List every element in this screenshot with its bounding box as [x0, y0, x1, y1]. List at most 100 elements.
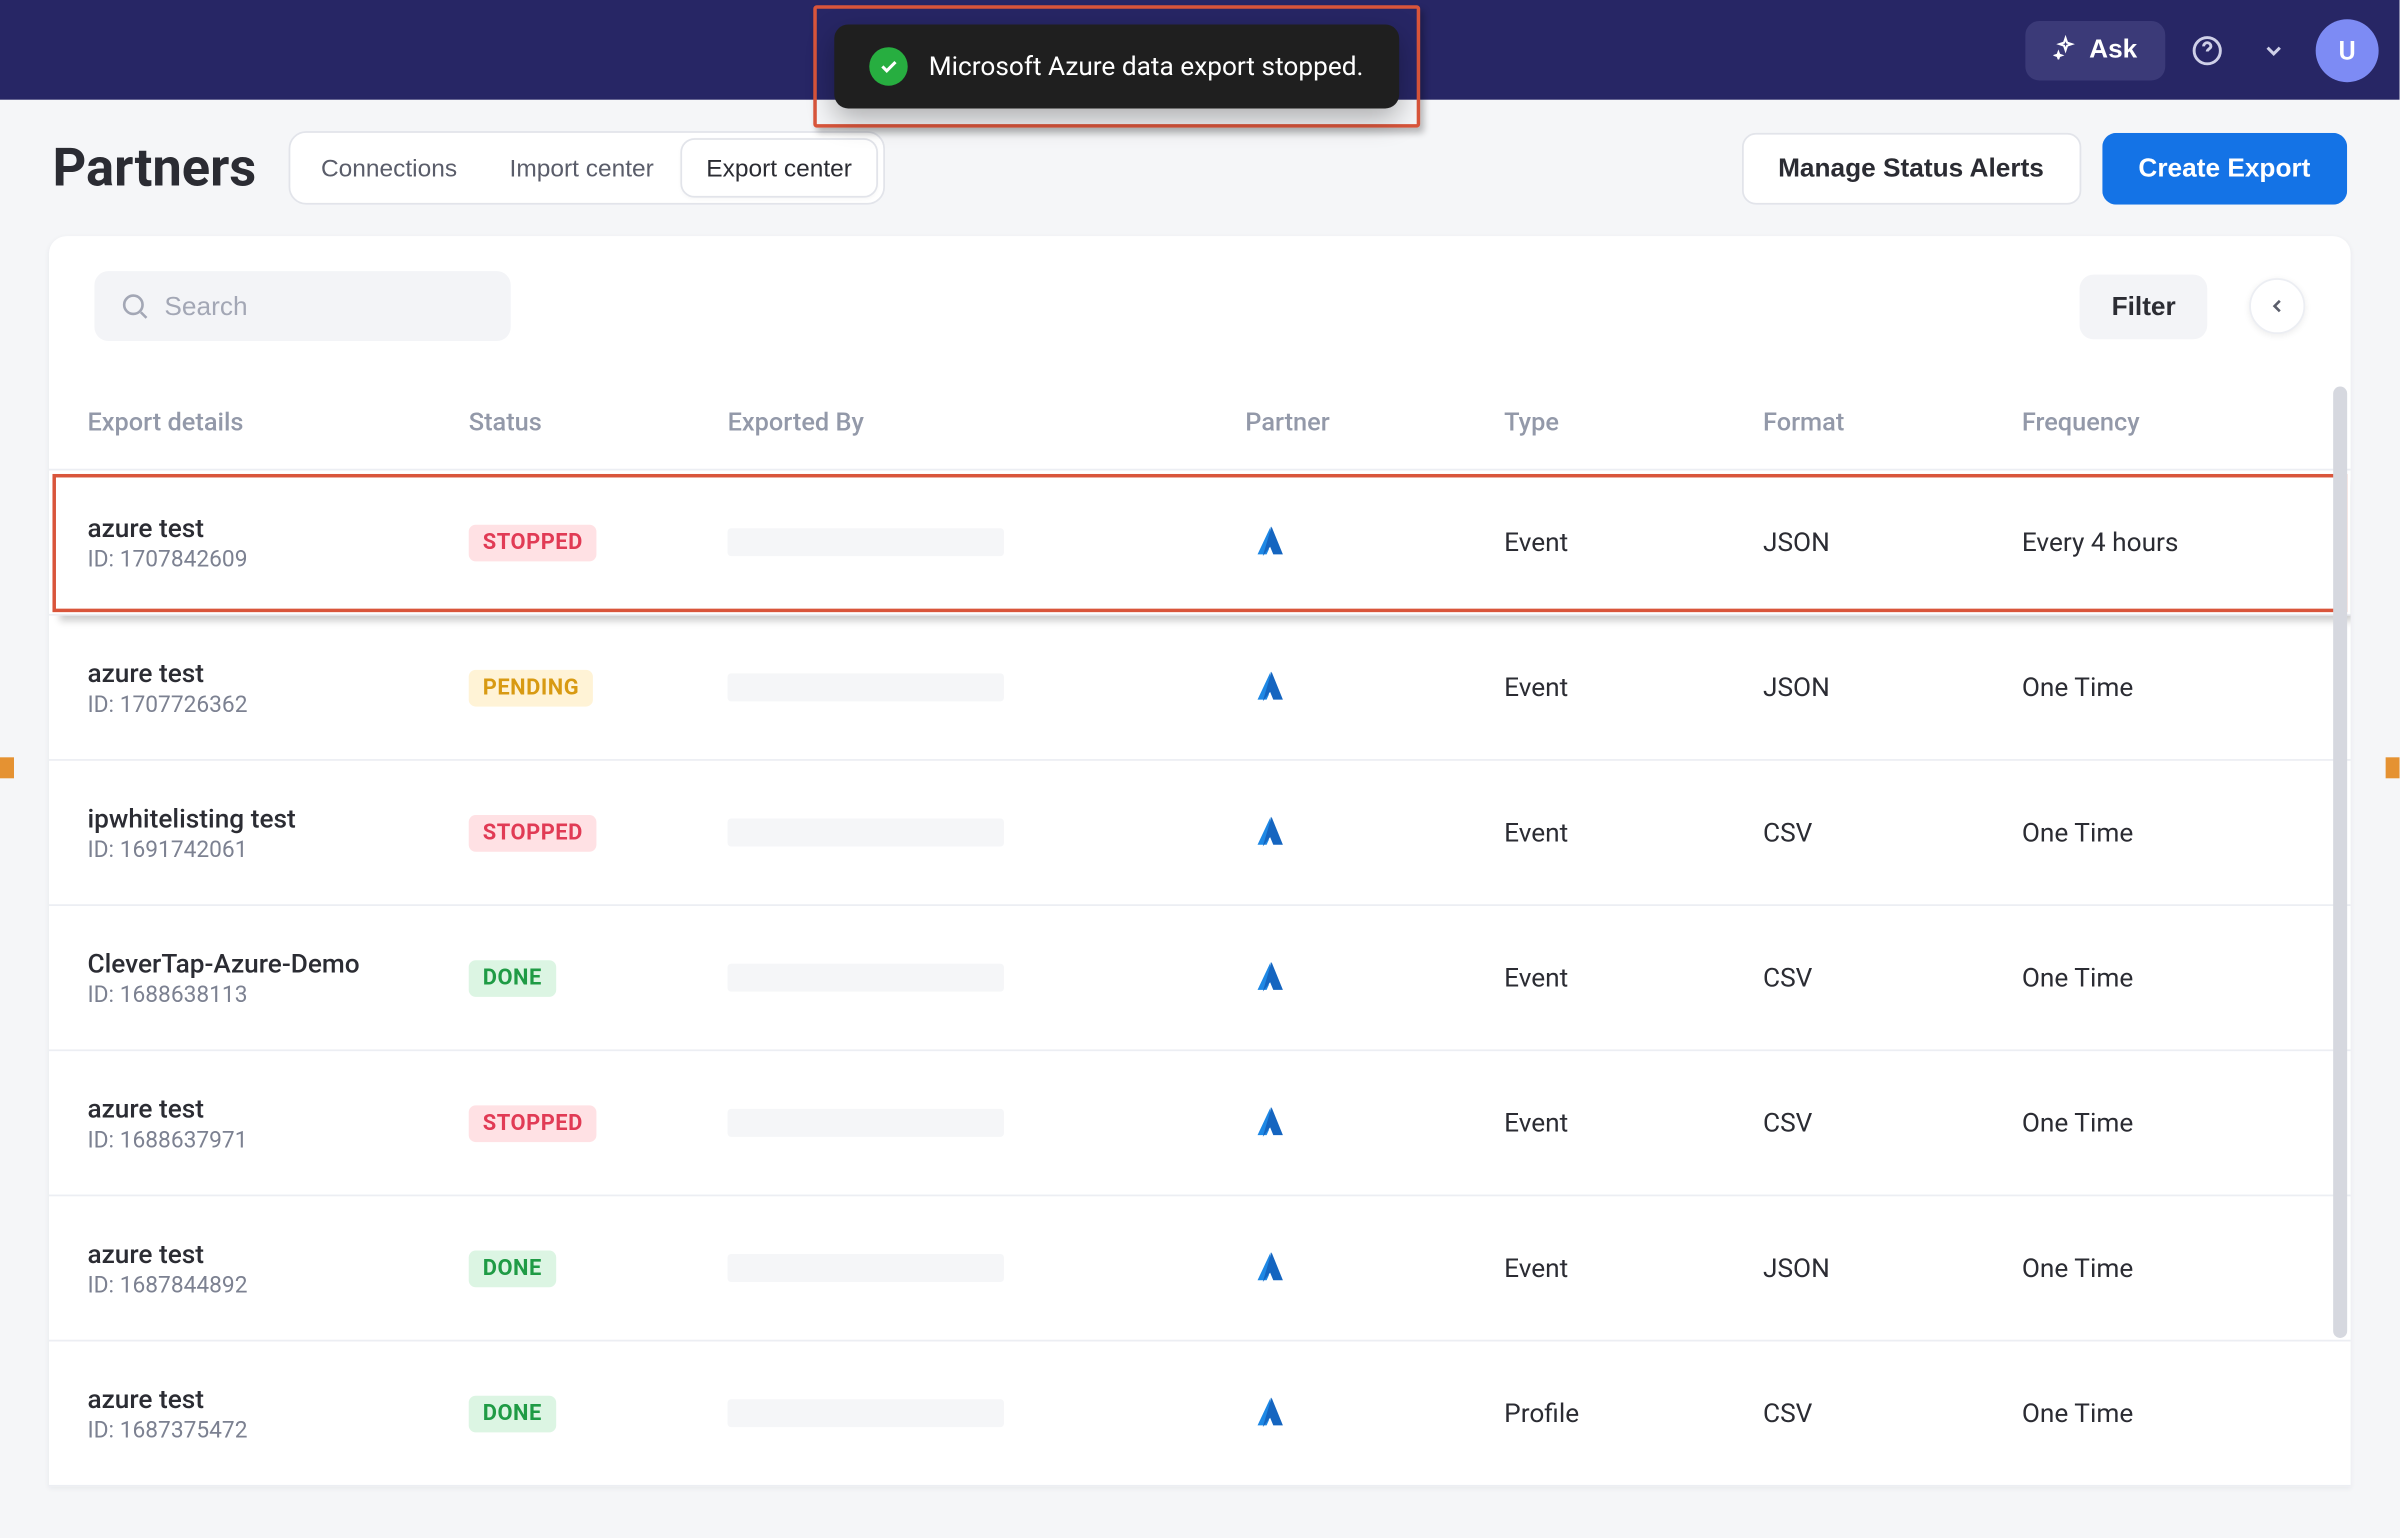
- cell-frequency: One Time: [2022, 672, 2312, 703]
- azure-icon: [1245, 665, 1290, 710]
- export-id: ID: 1707726362: [87, 692, 468, 718]
- redacted-value: [728, 1399, 1004, 1427]
- cell-status: PENDING: [469, 668, 728, 706]
- cell-format: CSV: [1763, 1397, 2022, 1428]
- column-header: Partner: [1245, 408, 1504, 438]
- cell-export-details: ipwhitelisting test ID: 1691742061: [87, 802, 468, 863]
- cell-partner: [1245, 810, 1504, 855]
- cell-format: JSON: [1763, 1252, 2022, 1283]
- column-header: Exported By: [728, 408, 1246, 438]
- collapse-panel-button[interactable]: [2249, 278, 2305, 334]
- card-toolbar: Filter: [49, 236, 2351, 376]
- cell-status: STOPPED: [469, 1104, 728, 1142]
- tab-group: ConnectionsImport centerExport center: [288, 131, 885, 204]
- redacted-value: [728, 528, 1004, 556]
- tab-export-center[interactable]: Export center: [682, 140, 877, 196]
- export-id: ID: 1691742061: [87, 837, 468, 863]
- cell-frequency: One Time: [2022, 1107, 2312, 1138]
- column-header: Export details: [87, 408, 468, 438]
- table-row[interactable]: azure testID: 1707726362PENDINGEventJSON…: [49, 616, 2351, 761]
- tab-connections[interactable]: Connections: [296, 140, 481, 196]
- chevron-down-icon[interactable]: [2249, 25, 2298, 74]
- cell-partner: [1245, 955, 1504, 1000]
- cell-partner: [1245, 665, 1504, 710]
- cell-exported-by: [728, 819, 1246, 847]
- table-row[interactable]: CleverTap-Azure-Demo ID: 1688638113DONE Ev…: [49, 906, 2351, 1051]
- export-id: ID: 1688637971: [87, 1127, 468, 1153]
- status-badge: DONE: [469, 1251, 556, 1288]
- cell-partner: [1245, 1390, 1504, 1435]
- cell-type: Event: [1504, 962, 1763, 993]
- cell-status: DONE: [469, 1249, 728, 1287]
- cell-format: JSON: [1763, 526, 2022, 557]
- cell-export-details: azure testID: 1688637971: [87, 1092, 468, 1153]
- create-export-button[interactable]: Create Export: [2102, 132, 2348, 204]
- status-badge: STOPPED: [469, 1105, 597, 1142]
- scrollbar[interactable]: [2333, 387, 2347, 1338]
- filter-button[interactable]: Filter: [2080, 274, 2207, 339]
- cell-status: STOPPED: [469, 813, 728, 851]
- status-badge: DONE: [469, 1396, 556, 1433]
- redacted-value: [728, 819, 1004, 847]
- header-actions: Manage Status Alerts Create Export: [1741, 132, 2347, 204]
- cell-status: STOPPED: [469, 523, 728, 561]
- table-row[interactable]: azure testID: 1687375472DONEProfileCSVOn…: [49, 1341, 2351, 1486]
- table-row[interactable]: ipwhitelisting test ID: 1691742061STOPPED…: [49, 761, 2351, 906]
- avatar-letter: U: [2339, 34, 2356, 65]
- cell-partner: [1245, 519, 1504, 564]
- table-row[interactable]: azure testID: 1707842609STOPPEDEventJSON…: [49, 470, 2351, 615]
- column-header: Type: [1504, 408, 1763, 438]
- cell-type: Event: [1504, 1107, 1763, 1138]
- export-id: ID: 1688638113: [87, 982, 468, 1008]
- cell-exported-by: [728, 673, 1246, 701]
- annotation-tick: [0, 757, 14, 778]
- export-name: CleverTap-Azure-Demo: [87, 947, 468, 978]
- cell-status: DONE: [469, 1394, 728, 1432]
- table-row[interactable]: azure testID: 1688637971STOPPED EventCSVO…: [49, 1051, 2351, 1196]
- tab-import-center[interactable]: Import center: [485, 140, 678, 196]
- export-name: ipwhitelisting test: [87, 802, 468, 833]
- cell-exported-by: [728, 1254, 1246, 1282]
- table-scroll: Export detailsStatusExported ByPartnerTy…: [49, 376, 2351, 1487]
- cell-export-details: azure test ID: 1707842609: [87, 512, 468, 573]
- azure-icon: [1245, 1245, 1290, 1290]
- export-name: azure test: [87, 512, 468, 543]
- toast: Microsoft Azure data export stopped.: [834, 24, 1398, 108]
- column-header: Format: [1763, 408, 2022, 438]
- annotation-tick: [2386, 757, 2400, 778]
- export-name: azure test: [87, 657, 468, 688]
- cell-status: DONE: [469, 958, 728, 996]
- column-header: Frequency: [2022, 408, 2312, 438]
- azure-icon: [1245, 955, 1290, 1000]
- table-header: Export detailsStatusExported ByPartnerTy…: [49, 376, 2351, 470]
- export-id: ID: 1687844892: [87, 1272, 468, 1298]
- sparkle-icon: [2054, 34, 2078, 65]
- avatar[interactable]: U: [2316, 18, 2379, 81]
- cell-export-details: azure testID: 1687844892: [87, 1237, 468, 1298]
- exports-table: Export detailsStatusExported ByPartnerTy…: [49, 376, 2351, 1487]
- redacted-value: [728, 673, 1004, 701]
- manage-status-alerts-button[interactable]: Manage Status Alerts: [1741, 132, 2080, 204]
- cell-type: Event: [1504, 672, 1763, 703]
- ask-button[interactable]: Ask: [2026, 20, 2165, 79]
- cell-frequency: One Time: [2022, 817, 2312, 848]
- cell-partner: [1245, 1100, 1504, 1145]
- table-row[interactable]: azure testID: 1687844892DONEEventJSONOne…: [49, 1196, 2351, 1341]
- cell-exported-by: [728, 1399, 1246, 1427]
- export-id: ID: 1707842609: [87, 547, 468, 573]
- check-circle-icon: [869, 47, 907, 85]
- cell-frequency: One Time: [2022, 962, 2312, 993]
- azure-icon: [1245, 1390, 1290, 1435]
- cell-format: CSV: [1763, 962, 2022, 993]
- toast-message: Microsoft Azure data export stopped.: [929, 51, 1364, 82]
- azure-icon: [1245, 1100, 1290, 1145]
- cell-format: CSV: [1763, 1107, 2022, 1138]
- cell-frequency: One Time: [2022, 1397, 2312, 1428]
- help-icon[interactable]: [2183, 25, 2232, 74]
- search-input[interactable]: [164, 291, 486, 321]
- status-badge: PENDING: [469, 670, 593, 707]
- column-header: Status: [469, 408, 728, 438]
- cell-partner: [1245, 1245, 1504, 1290]
- ask-label: Ask: [2089, 35, 2137, 65]
- cell-exported-by: [728, 1109, 1246, 1137]
